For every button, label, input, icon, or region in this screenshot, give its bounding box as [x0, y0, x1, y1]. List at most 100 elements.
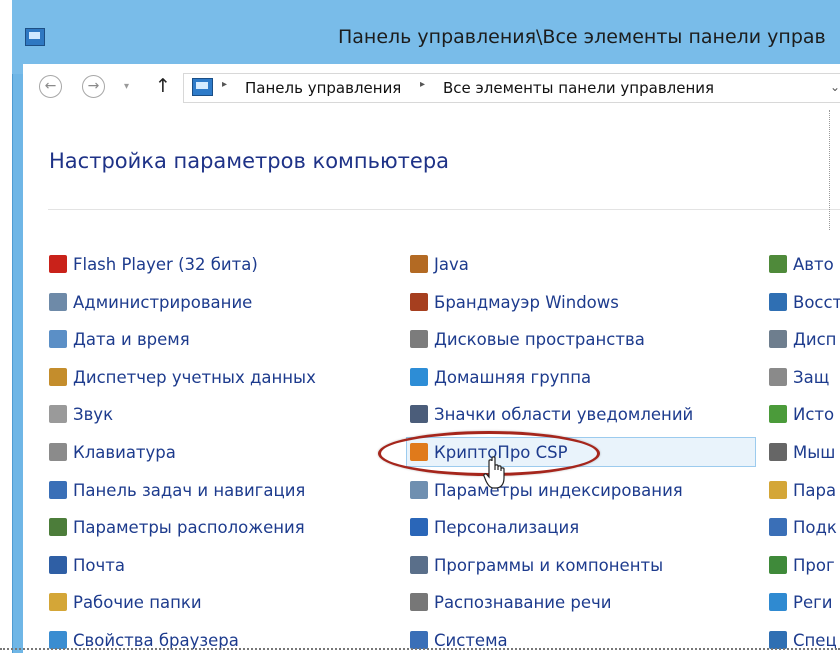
forward-button[interactable]: → — [82, 75, 105, 98]
item-label: Реги — [793, 592, 833, 612]
item-label: Звук — [73, 404, 114, 424]
control-panel-item[interactable]: Исто — [769, 399, 834, 429]
bottom-edge — [0, 648, 840, 650]
control-panel-item[interactable]: Прог — [769, 550, 835, 580]
location-icon — [49, 518, 67, 536]
folder-options-icon — [769, 481, 787, 499]
address-dropdown-icon[interactable]: ⌄ — [830, 80, 840, 94]
item-label: Параметры расположения — [73, 517, 305, 537]
control-panel-item[interactable]: Дисковые пространства — [410, 324, 645, 354]
control-panel-item[interactable]: Персонализация — [410, 512, 579, 542]
control-panel-item[interactable]: Распознавание речи — [410, 587, 612, 617]
item-label: Значки области уведомлений — [434, 404, 694, 424]
control-panel-item[interactable]: Восст — [769, 287, 840, 317]
item-label: Дисп — [793, 329, 837, 349]
file-history-icon — [769, 405, 787, 423]
item-label: Дата и время — [73, 329, 190, 349]
admin-tools-icon — [49, 293, 67, 311]
item-label: Рабочие папки — [73, 592, 202, 612]
item-label: Прог — [793, 555, 835, 575]
item-label: Параметры индексирования — [434, 480, 683, 500]
item-label: Пара — [793, 480, 837, 500]
item-label: Домашняя группа — [434, 367, 592, 387]
control-panel-item[interactable]: Мыш — [769, 437, 835, 467]
page-title: Настройка параметров компьютера — [49, 149, 450, 173]
default-programs-icon — [769, 556, 787, 574]
work-folders-icon — [49, 593, 67, 611]
back-button[interactable]: ← — [39, 75, 62, 98]
item-label: Java — [434, 254, 469, 274]
item-label: Программы и компоненты — [434, 555, 664, 575]
microphone-icon — [410, 593, 428, 611]
ease-of-access-icon — [769, 631, 787, 649]
item-label: Дисковые пространства — [434, 329, 645, 349]
item-label: Авто — [793, 254, 834, 274]
notification-icons-icon — [410, 405, 428, 423]
item-label: Администрирование — [73, 292, 253, 312]
control-panel-item[interactable]: Система — [410, 625, 508, 655]
indexing-icon — [410, 481, 428, 499]
scroll-edge — [829, 110, 838, 230]
divider — [48, 209, 840, 210]
window-title: Панель управления\Все элементы панели уп… — [338, 26, 826, 48]
control-panel-item[interactable]: Дисп — [769, 324, 836, 354]
control-panel-item[interactable]: Пара — [769, 475, 836, 505]
system-icon — [410, 631, 428, 649]
autoplay-icon — [769, 255, 787, 273]
control-panel-item[interactable]: Свойства браузера — [49, 625, 239, 655]
control-panel-item[interactable]: Администрирование — [49, 287, 252, 317]
recovery-icon — [769, 293, 787, 311]
keyboard-icon — [49, 443, 67, 461]
java-icon — [410, 255, 428, 273]
control-panel-item[interactable]: Дата и время — [49, 324, 190, 354]
breadcrumb-all-items[interactable]: Все элементы панели управления — [443, 79, 714, 97]
item-label: Распознавание речи — [434, 592, 612, 612]
control-panel-item[interactable]: Рабочие папки — [49, 587, 202, 617]
control-panel-item[interactable]: Авто — [769, 249, 834, 279]
control-panel-item[interactable]: Защ — [769, 362, 829, 392]
control-panel-item[interactable]: Реги — [769, 587, 833, 617]
device-manager-icon — [769, 330, 787, 348]
item-label: Мыш — [793, 442, 836, 462]
item-label: Брандмауэр Windows — [434, 292, 619, 312]
control-panel-item[interactable]: Звук — [49, 399, 113, 429]
personalization-icon — [410, 518, 428, 536]
control-panel-item[interactable]: Программы и компоненты — [410, 550, 663, 580]
bitlocker-icon — [769, 368, 787, 386]
breadcrumb-separator-icon[interactable]: ▸ — [222, 79, 227, 90]
control-panel-item[interactable]: Параметры индексирования — [410, 475, 683, 505]
storage-spaces-icon — [410, 330, 428, 348]
breadcrumb-separator-icon[interactable]: ▸ — [420, 79, 425, 90]
control-panel-item[interactable]: Flash Player (32 бита) — [49, 249, 258, 279]
arrow-right-icon: → — [87, 78, 100, 94]
item-label: Диспетчер учетных данных — [73, 367, 316, 387]
clock-icon — [49, 330, 67, 348]
control-panel-item[interactable]: Домашняя группа — [410, 362, 591, 392]
item-label: Исто — [793, 404, 835, 424]
taskbar-icon — [49, 481, 67, 499]
control-panel-item[interactable]: Панель задач и навигация — [49, 475, 305, 505]
control-panel-item[interactable]: Почта — [49, 550, 125, 580]
firewall-icon — [410, 293, 428, 311]
up-button[interactable]: ↑ — [155, 75, 171, 97]
region-icon — [769, 593, 787, 611]
hand-cursor-icon — [483, 456, 505, 489]
control-panel-item[interactable]: Подк — [769, 512, 837, 542]
speaker-icon — [49, 405, 67, 423]
connect-icon — [769, 518, 787, 536]
control-panel-item[interactable]: Спец — [769, 625, 837, 655]
item-label: Почта — [73, 555, 125, 575]
item-label: Клавиатура — [73, 442, 176, 462]
control-panel-item[interactable]: Брандмауэр Windows — [410, 287, 619, 317]
control-panel-item[interactable]: Значки области уведомлений — [410, 399, 693, 429]
control-panel-item[interactable]: Клавиатура — [49, 437, 176, 467]
breadcrumb-control-panel[interactable]: Панель управления — [245, 79, 401, 97]
item-label: Защ — [793, 367, 830, 387]
recent-locations-chevron-icon[interactable]: ▾ — [124, 81, 129, 92]
control-panel-item[interactable]: Java — [410, 249, 469, 279]
item-label: Восст — [793, 292, 840, 312]
control-panel-item[interactable]: Параметры расположения — [49, 512, 305, 542]
item-label: Свойства браузера — [73, 630, 239, 650]
mouse-icon — [769, 443, 787, 461]
control-panel-item[interactable]: Диспетчер учетных данных — [49, 362, 316, 392]
